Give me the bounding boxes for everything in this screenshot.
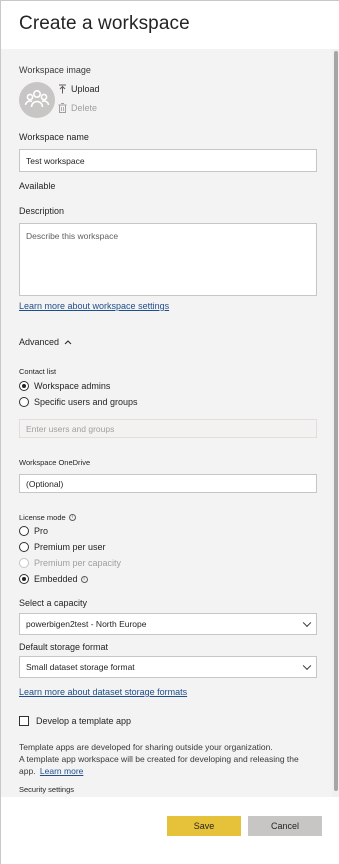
workspace-image-label: Workspace image: [19, 65, 91, 75]
workspace-avatar-icon: [19, 82, 55, 118]
radio-license-ppc-label: Premium per capacity: [34, 558, 122, 568]
save-button[interactable]: Save: [167, 816, 241, 836]
radio-indicator: [19, 397, 29, 407]
info-icon[interactable]: i: [68, 514, 76, 521]
name-availability-status: Available: [19, 181, 56, 191]
template-app-checkbox[interactable]: Develop a template app: [19, 716, 131, 726]
radio-indicator: [19, 558, 29, 568]
template-app-description-end: app.: [19, 766, 36, 776]
security-settings-label: Security settings: [19, 785, 75, 794]
template-app-description: Template apps are developed for sharing …: [19, 741, 319, 777]
radio-workspace-admins-label: Workspace admins: [34, 381, 111, 391]
radio-specific-users-label: Specific users and groups: [34, 397, 138, 407]
description-label: Description: [19, 206, 65, 216]
dialog-footer: Save Cancel: [1, 797, 339, 864]
radio-indicator: [19, 542, 29, 552]
workspace-name-label: Workspace name: [19, 132, 89, 142]
radio-workspace-admins[interactable]: Workspace admins: [19, 381, 110, 391]
radio-license-embedded-label: Embedded: [34, 574, 78, 584]
template-app-learn-more-link[interactable]: Learn more: [40, 766, 83, 776]
dialog-title: Create a workspace: [19, 13, 190, 34]
dialog-header: Create a workspace: [1, 1, 339, 49]
onedrive-label: Workspace OneDrive: [19, 458, 91, 467]
capacity-select[interactable]: powerbigen2test - North Europe: [19, 613, 317, 635]
template-app-description-line: A template app workspace will be created…: [19, 754, 299, 764]
radio-license-pro-label: Pro: [34, 526, 49, 536]
delete-label: Delete: [71, 103, 98, 113]
storage-format-select[interactable]: Small dataset storage format: [19, 656, 317, 678]
radio-license-pro[interactable]: Pro: [19, 526, 48, 536]
capacity-label: Select a capacity: [19, 598, 88, 608]
advanced-toggle[interactable]: Advanced: [19, 337, 72, 347]
storage-format-label: Default storage format: [19, 642, 109, 652]
chevron-up-icon: [64, 340, 72, 345]
storage-formats-link[interactable]: Learn more about dataset storage formats: [19, 687, 187, 697]
workspace-name-input[interactable]: Test workspace: [19, 149, 317, 172]
users-groups-input[interactable]: Enter users and groups: [19, 419, 317, 438]
create-workspace-dialog: Create a workspace Workspace image Uploa…: [0, 0, 339, 864]
storage-format-value: Small dataset storage format: [26, 662, 135, 672]
license-mode-heading: License mode i: [19, 513, 76, 522]
workspace-settings-link[interactable]: Learn more about workspace settings: [19, 301, 169, 311]
scrollbar[interactable]: [332, 49, 339, 797]
info-icon[interactable]: i: [80, 575, 88, 583]
radio-selected-indicator: [19, 574, 29, 584]
license-mode-label: License mode: [19, 513, 66, 522]
description-textarea[interactable]: Describe this workspace: [19, 223, 317, 296]
radio-license-ppc[interactable]: Premium per capacity: [19, 558, 121, 568]
delete-button[interactable]: Delete: [58, 103, 97, 113]
onedrive-input[interactable]: (Optional): [19, 474, 317, 493]
radio-indicator: [19, 526, 29, 536]
radio-license-ppu-label: Premium per user: [34, 542, 106, 552]
chevron-down-icon: [302, 661, 312, 671]
chevron-down-icon: [302, 618, 312, 628]
scrollbar-thumb[interactable]: [334, 51, 338, 791]
advanced-label: Advanced: [19, 337, 60, 347]
radio-license-embedded[interactable]: Embedded i: [19, 574, 88, 584]
template-app-description-line: Template apps are developed for sharing …: [19, 742, 273, 752]
template-app-description-line: app. Learn more: [19, 765, 319, 777]
capacity-value: powerbigen2test - North Europe: [26, 619, 147, 629]
cancel-button[interactable]: Cancel: [248, 816, 322, 836]
radio-license-ppu[interactable]: Premium per user: [19, 542, 106, 552]
contact-list-label: Contact list: [19, 367, 57, 376]
template-app-checkbox-label: Develop a template app: [36, 716, 132, 726]
upload-button[interactable]: Upload: [58, 84, 100, 94]
radio-selected-indicator: [19, 381, 29, 391]
radio-specific-users[interactable]: Specific users and groups: [19, 397, 138, 407]
form-panel: Workspace image Upload Delete Workspace …: [1, 49, 332, 797]
upload-icon: [59, 84, 66, 94]
trash-icon: [58, 103, 67, 113]
upload-label: Upload: [71, 84, 100, 94]
checkbox-box: [19, 716, 29, 726]
